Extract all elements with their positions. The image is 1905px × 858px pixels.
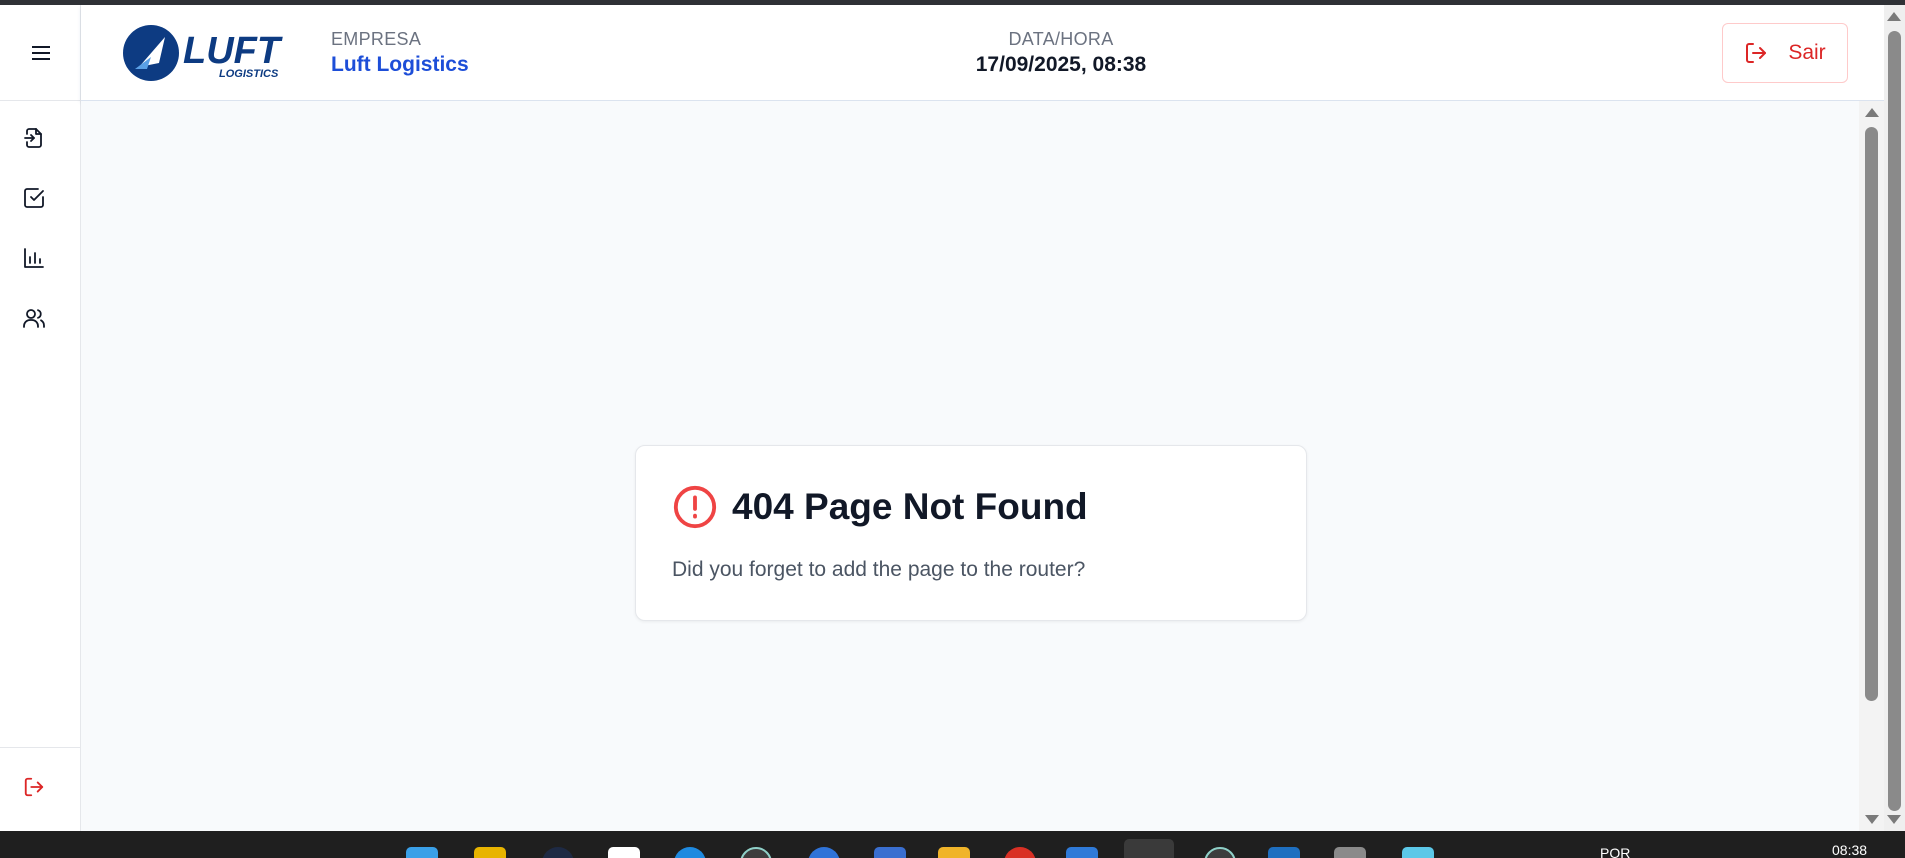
- company-label: EMPRESA: [331, 29, 422, 49]
- logout-icon: [1746, 43, 1767, 63]
- sidebar: [0, 5, 81, 831]
- taskbar-app-icon[interactable]: [474, 847, 506, 858]
- logout-icon: [24, 777, 44, 797]
- scroll-down-arrow-icon[interactable]: [1865, 815, 1879, 824]
- top-header: LUFT LOGISTICS EMPRESA Luft Logistics DA…: [81, 5, 1884, 101]
- company-name: Luft Logistics: [331, 53, 469, 76]
- error-title-row: 404 Page Not Found: [672, 484, 1088, 530]
- keyboard-language[interactable]: POR: [1600, 845, 1630, 858]
- taskbar-app-icon[interactable]: [1066, 847, 1098, 858]
- taskbar-app-icon[interactable]: [1402, 847, 1434, 858]
- datetime-value: 17/09/2025, 08:38: [975, 53, 1147, 76]
- taskbar-app-icon[interactable]: [1268, 847, 1300, 858]
- sidebar-footer: [0, 747, 81, 831]
- checkbox-icon: [24, 188, 44, 208]
- taskbar-app-icon[interactable]: [1004, 847, 1036, 858]
- error-card: 404 Page Not Found Did you forget to add…: [635, 445, 1307, 621]
- error-message: Did you forget to add the page to the ro…: [672, 558, 1086, 581]
- taskbar-app-icon[interactable]: [542, 847, 574, 858]
- taskbar-active-app[interactable]: [1124, 839, 1174, 858]
- sidebar-logout-button[interactable]: [14, 767, 54, 807]
- sidebar-header: [0, 5, 81, 101]
- os-taskbar: POR 08:38: [0, 831, 1905, 858]
- taskbar-app-icon[interactable]: [808, 847, 840, 858]
- taskbar-clock[interactable]: 08:38: [1832, 842, 1867, 858]
- sidebar-item-import[interactable]: [14, 118, 54, 158]
- window-scroll-down-icon[interactable]: [1887, 815, 1901, 824]
- windows-start-icon[interactable]: [406, 847, 438, 858]
- alert-circle-icon: [673, 485, 717, 529]
- taskbar-app-icon[interactable]: [1334, 847, 1366, 858]
- hamburger-icon: [31, 45, 50, 60]
- datetime-label: DATA/HORA: [1008, 29, 1114, 49]
- error-title: 404 Page Not Found: [732, 486, 1088, 527]
- users-icon: [23, 309, 45, 328]
- logout-label: Sair: [1788, 41, 1826, 64]
- sidebar-item-tasks[interactable]: [14, 178, 54, 218]
- bar-chart-icon: [24, 248, 44, 268]
- taskbar-app-icon[interactable]: [874, 847, 906, 858]
- logo-subtext: LOGISTICS: [219, 68, 279, 80]
- window-scroll-up-icon[interactable]: [1887, 12, 1901, 21]
- logout-button[interactable]: Sair: [1722, 23, 1848, 83]
- folder-icon[interactable]: [938, 847, 970, 858]
- company-logo: LUFT LOGISTICS: [121, 23, 309, 83]
- scrollbar-thumb[interactable]: [1865, 127, 1878, 701]
- taskbar-app-icon[interactable]: [740, 847, 772, 858]
- window-scrollbar-thumb[interactable]: [1888, 31, 1901, 811]
- taskbar-app-icon[interactable]: [608, 847, 640, 858]
- main-content: 404 Page Not Found Did you forget to add…: [81, 101, 1859, 831]
- taskbar-app-icon[interactable]: [1204, 847, 1236, 858]
- sidebar-item-users[interactable]: [14, 298, 54, 338]
- window-scrollbar[interactable]: [1884, 5, 1905, 831]
- scroll-up-arrow-icon[interactable]: [1865, 108, 1879, 117]
- content-scrollbar[interactable]: [1859, 101, 1884, 831]
- taskbar-app-icon[interactable]: [674, 847, 706, 858]
- file-import-icon: [24, 128, 42, 148]
- company-info: EMPRESA Luft Logistics: [331, 29, 469, 77]
- logo-wordmark: LUFT: [183, 30, 283, 72]
- menu-toggle-button[interactable]: [21, 33, 61, 73]
- datetime-info: DATA/HORA 17/09/2025, 08:38: [881, 29, 1241, 77]
- sidebar-item-reports[interactable]: [14, 238, 54, 278]
